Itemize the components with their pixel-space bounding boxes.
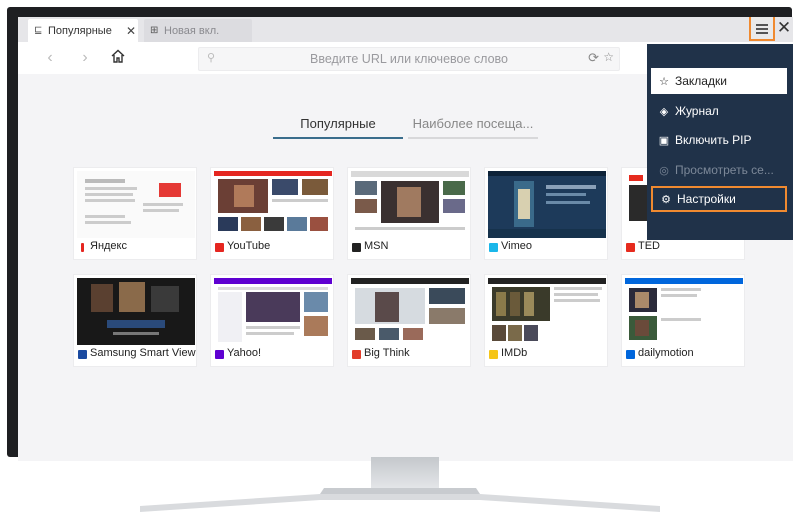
site-label: Vimeo xyxy=(501,240,532,252)
tab-most-visited[interactable]: Наиболее посеща... xyxy=(408,113,538,139)
tab-popular[interactable]: ⊑ Популярные ✕ xyxy=(28,19,138,42)
site-thumbnail xyxy=(214,278,332,345)
site-tile-msn[interactable]: MSN xyxy=(347,167,471,260)
site-tile-imdb[interactable]: IMDb xyxy=(484,274,608,367)
vimeo-favicon xyxy=(489,243,498,252)
msn-favicon xyxy=(352,243,361,252)
menu-item-pip[interactable]: ▣ Включить PIP xyxy=(651,127,787,153)
site-thumbnail xyxy=(488,278,606,345)
tab-popular-sites[interactable]: Популярные xyxy=(273,113,403,139)
site-label: Big Think xyxy=(364,347,410,359)
tab-new[interactable]: ⊞ Новая вкл. xyxy=(144,19,252,42)
browser-menu: ☆ Закладки ◈ Журнал ▣ Включить PIP ◎ Про… xyxy=(647,44,793,240)
yahoo-favicon xyxy=(215,350,224,359)
ted-favicon xyxy=(626,243,635,252)
site-tile-vimeo[interactable]: Vimeo xyxy=(484,167,608,260)
site-label: dailymotion xyxy=(638,347,694,359)
site-label: MSN xyxy=(364,240,389,252)
dailymotion-favicon xyxy=(626,350,635,359)
browser-screen: ⊑ Популярные ✕ ⊞ Новая вкл. ✕ ‹ › ⚲ Введ… xyxy=(18,17,793,461)
menu-item-label: Просмотреть се... xyxy=(675,163,774,177)
url-placeholder: Введите URL или ключевое слово xyxy=(310,52,508,66)
tab-label: Популярные xyxy=(48,24,112,37)
site-thumbnail xyxy=(351,171,469,238)
close-tab-icon[interactable]: ✕ xyxy=(124,24,138,38)
site-label: Яндекс xyxy=(90,240,127,252)
menu-item-label: Настройки xyxy=(677,192,736,206)
site-tile-yahoo[interactable]: Yahoo! xyxy=(210,274,334,367)
site-label: Samsung Smart View xyxy=(90,347,196,359)
url-bar[interactable]: ⚲ Введите URL или ключевое слово ⟳ ☆ xyxy=(198,47,620,71)
site-thumbnail xyxy=(625,278,743,345)
site-tile-yandex[interactable]: Яндекс xyxy=(73,167,197,260)
yandex-favicon xyxy=(81,243,84,252)
tv-frame: ⊑ Популярные ✕ ⊞ Новая вкл. ✕ ‹ › ⚲ Введ… xyxy=(7,7,793,461)
site-label: YouTube xyxy=(227,240,271,252)
imdb-favicon xyxy=(489,350,498,359)
site-tile-youtube[interactable]: YouTube xyxy=(210,167,334,260)
tv-stand-base xyxy=(140,488,660,512)
samsung-smart-view-favicon xyxy=(78,350,87,359)
pip-icon: ▣ xyxy=(658,134,670,147)
site-thumbnail xyxy=(214,171,332,238)
gear-icon: ⚙ xyxy=(661,193,671,206)
youtube-favicon xyxy=(215,243,224,252)
site-thumbnail xyxy=(77,278,195,345)
site-tile-dailymotion[interactable]: dailymotion xyxy=(621,274,745,367)
close-browser-icon[interactable]: ✕ xyxy=(776,19,792,37)
site-label: TED xyxy=(638,240,660,252)
reload-icon[interactable]: ⟳ xyxy=(588,50,599,66)
site-tile-samsung-smart-view[interactable]: Samsung Smart View xyxy=(73,274,197,367)
history-icon: ◈ xyxy=(659,105,669,118)
site-thumbnail xyxy=(351,278,469,345)
menu-item-view: ◎ Просмотреть се... xyxy=(651,157,787,183)
view-icon: ◎ xyxy=(659,164,669,177)
book-icon: ⊑ xyxy=(34,25,43,36)
menu-item-settings[interactable]: ⚙ Настройки xyxy=(651,186,787,212)
chevron-left-icon[interactable]: ‹ xyxy=(40,49,60,67)
menu-item-bookmarks[interactable]: ☆ Закладки xyxy=(651,68,787,94)
new-tab-icon: ⊞ xyxy=(150,25,159,36)
chevron-right-icon[interactable]: › xyxy=(75,49,95,67)
star-icon: ☆ xyxy=(659,75,669,88)
menu-button[interactable] xyxy=(749,17,775,41)
menu-item-history[interactable]: ◈ Журнал xyxy=(651,98,787,124)
site-label: IMDb xyxy=(501,347,528,359)
menu-item-label: Журнал xyxy=(675,104,719,118)
home-icon[interactable] xyxy=(108,49,128,67)
bookmark-star-icon[interactable]: ☆ xyxy=(603,50,614,64)
tab-bar: ⊑ Популярные ✕ ⊞ Новая вкл. ✕ xyxy=(18,17,793,42)
big-think-favicon xyxy=(352,350,361,359)
tab-label: Новая вкл. xyxy=(164,24,220,37)
menu-item-label: Включить PIP xyxy=(675,133,752,147)
site-label: Yahoo! xyxy=(227,347,262,359)
site-thumbnail xyxy=(77,171,195,238)
site-thumbnail xyxy=(488,171,606,238)
menu-item-label: Закладки xyxy=(675,74,727,88)
site-tile-big-think[interactable]: Big Think xyxy=(347,274,471,367)
